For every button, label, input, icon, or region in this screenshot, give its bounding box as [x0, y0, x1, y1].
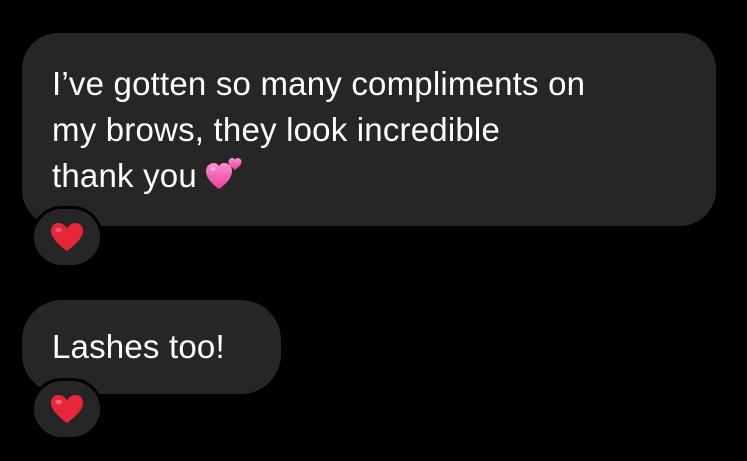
message-bubble[interactable]: I’ve gotten so many compliments on my br… — [22, 33, 716, 226]
message-text-line: I’ve gotten so many compliments on — [52, 65, 586, 102]
red-heart-icon — [50, 394, 84, 424]
reaction-badge[interactable] — [31, 206, 103, 268]
message-text-line: Lashes too! — [52, 328, 225, 365]
reaction-badge[interactable] — [31, 378, 103, 440]
red-heart-icon — [50, 222, 84, 252]
message-text-line: my brows, they look incredible — [52, 111, 501, 148]
two-hearts-icon — [205, 157, 245, 191]
message-text-line: thank you — [52, 153, 690, 199]
